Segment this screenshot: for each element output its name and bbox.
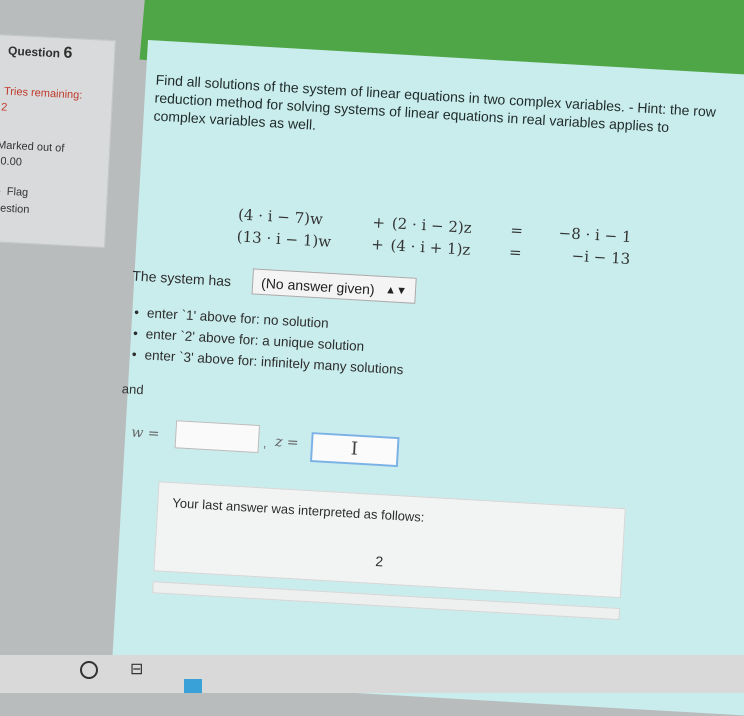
question-number: 6 bbox=[63, 44, 73, 63]
feedback-value: 2 bbox=[374, 552, 384, 570]
question-content: Find all solutions of the system of line… bbox=[111, 40, 744, 716]
w-label: w = bbox=[130, 424, 160, 443]
question-text: Find all solutions of the system of line… bbox=[153, 71, 717, 136]
flag-label: Flag bbox=[6, 185, 29, 199]
system-has-label: The system has bbox=[131, 267, 232, 290]
flag-question-link[interactable]: Flag bbox=[0, 185, 29, 199]
feedback-text: Your last answer was interpreted as foll… bbox=[171, 495, 425, 525]
question-label: Question bbox=[7, 43, 61, 61]
equation-rhs: −8 · i − 1 bbox=[558, 223, 632, 247]
page: E Question 6 Tries remaining: 2 Marked o… bbox=[0, 0, 744, 716]
flag-icon bbox=[0, 186, 2, 197]
z-input[interactable]: I bbox=[309, 432, 400, 468]
question-info-panel: Question 6 Tries remaining: 2 Marked out… bbox=[0, 34, 116, 248]
chevron-updown-icon: ▲▼ bbox=[384, 284, 408, 298]
text-cursor-icon: I bbox=[350, 438, 359, 460]
equation-system: (4 · i − 7)w + (2 · i − 2)z = −8 · i − 1 (13… bbox=[236, 205, 632, 272]
comma-separator: , bbox=[262, 435, 268, 451]
equation-equals: = bbox=[508, 243, 523, 262]
marked-value: 20.00 bbox=[0, 155, 23, 169]
flag-sub-label[interactable]: question bbox=[0, 202, 30, 216]
equation-term: (2 · i − 2)z bbox=[391, 214, 473, 237]
tries-value: 2 bbox=[0, 101, 8, 114]
and-label: and bbox=[121, 381, 144, 398]
taskbar: ⊟ bbox=[0, 655, 744, 693]
options-list: enter `1' above for: no solution enter `… bbox=[131, 302, 406, 381]
z-label: z = bbox=[274, 433, 300, 452]
feedback-box: Your last answer was interpreted as foll… bbox=[153, 481, 626, 599]
w-input[interactable] bbox=[174, 420, 261, 454]
marked-label: Marked out of bbox=[0, 139, 65, 155]
equation-operator: + bbox=[370, 235, 385, 254]
tries-label: Tries remaining: bbox=[3, 85, 83, 102]
equation-term: (4 · i − 7)w bbox=[237, 205, 324, 229]
select-value: (No answer given) bbox=[260, 274, 376, 298]
equation-operator: + bbox=[372, 213, 386, 232]
equation-equals: = bbox=[509, 221, 524, 240]
app-icon[interactable] bbox=[184, 679, 202, 693]
question-title: Question 6 bbox=[8, 42, 73, 63]
task-view-icon[interactable]: ⊟ bbox=[130, 659, 143, 679]
solution-count-select[interactable]: (No answer given) ▲▼ bbox=[251, 268, 417, 304]
search-circle-icon[interactable] bbox=[80, 661, 98, 679]
